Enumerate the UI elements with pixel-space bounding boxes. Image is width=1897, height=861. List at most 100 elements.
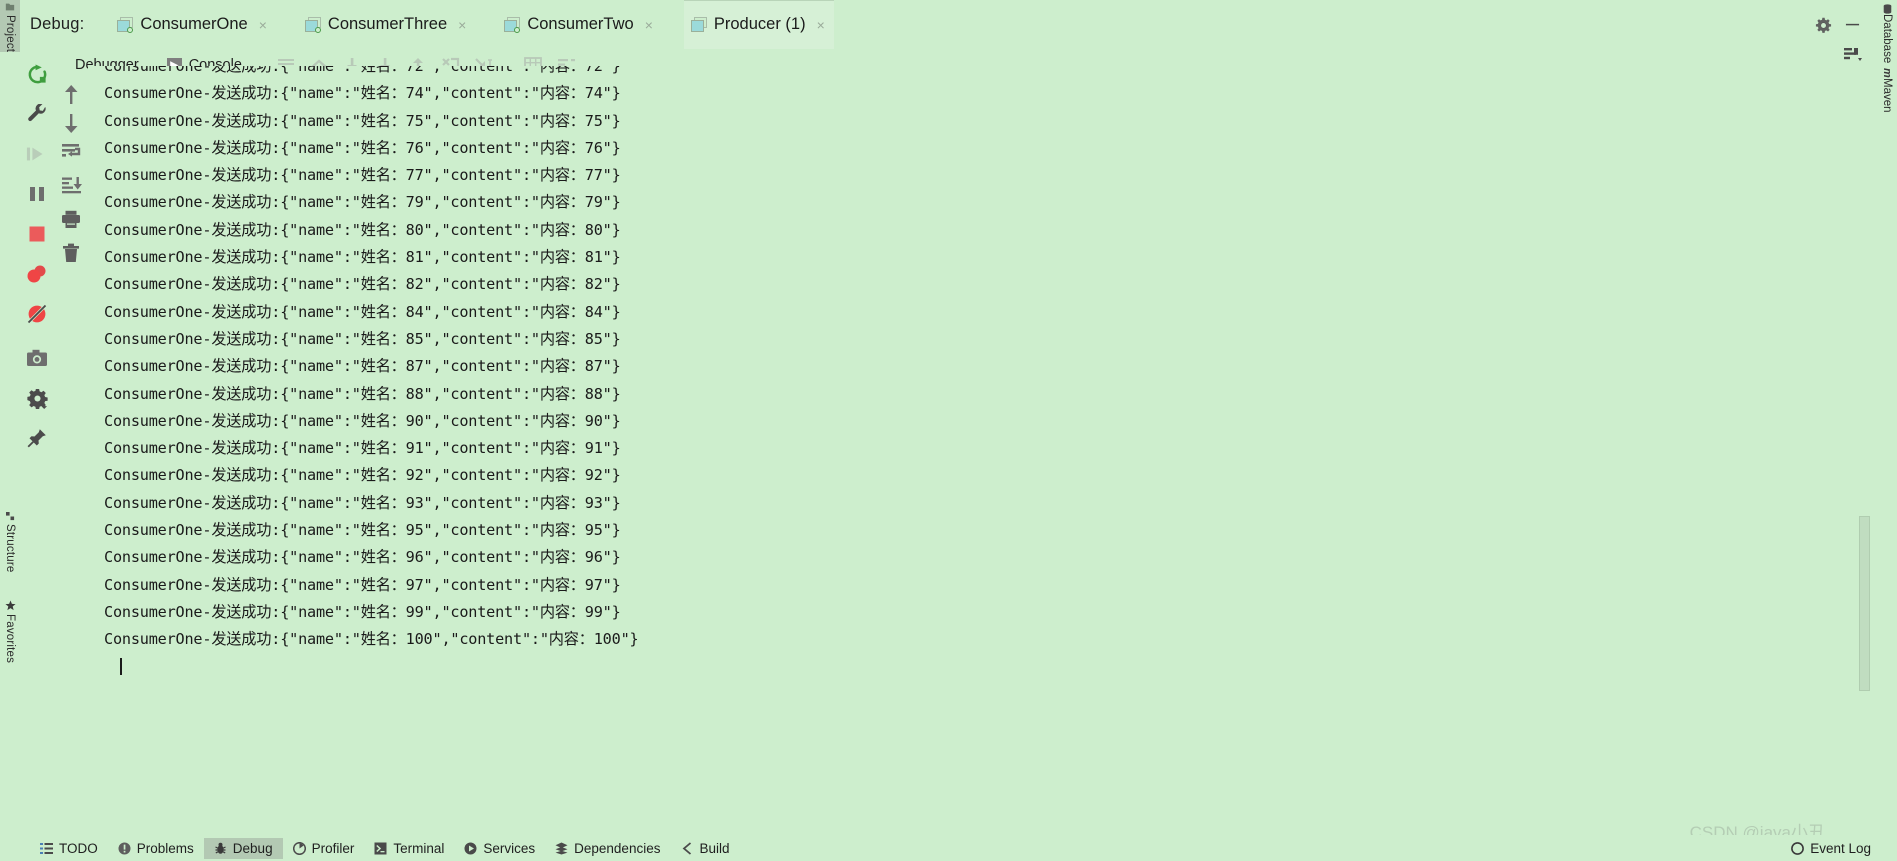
minimize-icon[interactable] [1845, 17, 1860, 37]
clear-all-icon[interactable] [54, 236, 88, 270]
status-item-dependencies[interactable]: Dependencies [545, 838, 670, 859]
console-line: ConsumerOne-发送成功:{"name":"姓名：74","conten… [104, 84, 621, 103]
view-breakpoints-icon[interactable] [20, 257, 54, 291]
app-icon [504, 16, 521, 33]
todo-icon [40, 842, 53, 855]
status-item-label: Terminal [393, 840, 445, 856]
close-icon[interactable]: × [817, 18, 825, 32]
right-tool-rail: Database m Maven [1877, 0, 1897, 861]
left-tool-rail: Project Structure Favorites [0, 0, 20, 861]
sidebar-item-maven[interactable]: m Maven [1877, 66, 1897, 128]
toolwindow-header-controls [1765, 0, 1875, 70]
debug-tab-consumerthree[interactable]: ConsumerThree × [298, 0, 475, 49]
sidebar-item-favorites[interactable]: Favorites [0, 598, 20, 680]
status-item-todo[interactable]: TODO [30, 838, 108, 859]
stop-icon[interactable] [20, 217, 54, 251]
debug-tab-consumertwo[interactable]: ConsumerTwo × [497, 0, 662, 49]
sidebar-item-project[interactable]: Project [0, 0, 20, 52]
scroll-to-end-icon[interactable] [54, 168, 88, 202]
status-item-label: Build [699, 840, 730, 856]
console-line: ConsumerOne-发送成功:{"name":"姓名：80","conten… [104, 220, 621, 239]
console-line: ConsumerOne-发送成功:{"name":"姓名：82","conten… [104, 275, 621, 294]
sidebar-item-label: Maven [1881, 77, 1893, 113]
debug-tabbar: Debug: ConsumerOne × ConsumerThree × Con… [20, 0, 1767, 49]
console-line: ConsumerOne-发送成功:{"name":"姓名：92","conten… [104, 466, 621, 485]
status-item-label: Debug [232, 840, 273, 856]
debug-bug-icon [214, 842, 227, 855]
status-item-label: Services [483, 840, 536, 856]
maven-icon: m [1881, 68, 1893, 78]
sidebar-item-structure[interactable]: Structure [0, 510, 20, 588]
rerun-icon[interactable] [20, 57, 54, 91]
console-vertical-scrollbar[interactable] [1859, 516, 1870, 691]
screenshot-icon[interactable] [20, 341, 54, 375]
structure-icon [4, 512, 16, 521]
status-item-label: Dependencies [574, 840, 661, 856]
mute-breakpoints-icon[interactable] [20, 297, 54, 331]
sidebar-item-label: Favorites [4, 614, 16, 664]
status-item-label: TODO [59, 840, 98, 856]
event-log-label: Event Log [1810, 840, 1871, 856]
build-icon [680, 841, 693, 855]
status-bar: TODO Problems Debug Profiler Terminal Se… [20, 835, 1897, 861]
problems-icon [118, 842, 131, 855]
event-log-button[interactable]: Event Log [1791, 835, 1875, 861]
settings-icon[interactable] [20, 381, 54, 415]
app-icon [304, 16, 321, 33]
status-item-profiler[interactable]: Profiler [283, 838, 365, 859]
services-icon [464, 842, 477, 855]
dependencies-icon [555, 842, 568, 855]
wrench-settings-icon[interactable] [20, 97, 54, 131]
folder-icon [4, 2, 16, 12]
console-caret-line [88, 654, 1767, 681]
status-item-debug[interactable]: Debug [203, 837, 283, 859]
console-line: ConsumerOne-发送成功:{"name":"姓名：91","conten… [104, 439, 621, 458]
sidebar-item-label: Structure [4, 524, 16, 573]
console-line: ConsumerOne-发送成功:{"name":"姓名：88","conten… [104, 384, 621, 403]
close-icon[interactable]: × [259, 18, 267, 32]
resume-program-icon[interactable] [20, 137, 54, 171]
status-item-terminal[interactable]: Terminal [364, 838, 454, 859]
close-icon[interactable]: × [458, 18, 466, 32]
console-line: ConsumerOne-发送成功:{"name":"姓名：99","conten… [104, 602, 621, 621]
settings-gear-icon[interactable] [1815, 17, 1832, 39]
status-item-services[interactable]: Services [454, 838, 545, 859]
console-line: ConsumerOne-发送成功:{"name":"姓名：75","conten… [104, 111, 621, 130]
console-line: ConsumerOne-发送成功:{"name":"姓名：79","conten… [104, 193, 621, 212]
debug-run-controls [20, 49, 54, 839]
console-line: ConsumerOne-发送成功:{"name":"姓名：72","conten… [104, 66, 621, 75]
print-icon[interactable] [54, 202, 88, 236]
database-icon [1881, 4, 1893, 14]
pause-program-icon[interactable] [20, 177, 54, 211]
console-line: ConsumerOne-发送成功:{"name":"姓名：100","conte… [104, 630, 639, 649]
console-line: ConsumerOne-发送成功:{"name":"姓名：97","conten… [104, 575, 621, 594]
status-item-problems[interactable]: Problems [108, 838, 204, 859]
debug-tab-consumerone[interactable]: ConsumerOne × [110, 0, 276, 49]
layout-settings-icon[interactable] [1843, 47, 1863, 67]
close-icon[interactable]: × [645, 18, 653, 32]
pin-icon[interactable] [20, 421, 54, 455]
app-icon [117, 16, 134, 33]
console-line: ConsumerOne-发送成功:{"name":"姓名：95","conten… [104, 521, 621, 540]
console-line: ConsumerOne-发送成功:{"name":"姓名：96","conten… [104, 548, 621, 567]
sidebar-item-database[interactable]: Database [1877, 2, 1897, 68]
status-item-build[interactable]: Build [670, 838, 739, 859]
console-line: ConsumerOne-发送成功:{"name":"姓名：77","conten… [104, 166, 621, 185]
event-log-icon [1791, 841, 1805, 855]
console-line: ConsumerOne-发送成功:{"name":"姓名：84","conten… [104, 302, 621, 321]
debug-tab-label: ConsumerOne [140, 15, 248, 33]
soft-wrap-lines-icon[interactable] [54, 134, 88, 168]
text-caret [120, 657, 122, 675]
debug-tab-label: ConsumerThree [327, 15, 448, 33]
debug-toolwindow-title: Debug: [30, 15, 85, 33]
debug-tab-producer[interactable]: Producer (1) × [683, 0, 834, 49]
debug-tab-label: Producer (1) [713, 15, 806, 33]
console-line: ConsumerOne-发送成功:{"name":"姓名：87","conten… [104, 357, 621, 376]
star-icon [4, 600, 16, 611]
sidebar-item-label: Database [1881, 14, 1893, 64]
status-item-label: Problems [136, 840, 194, 856]
console-output[interactable]: ConsumerOne-发送成功:{"name":"姓名：72","conten… [88, 66, 1767, 831]
app-icon [690, 16, 707, 33]
sidebar-item-label: Project [4, 15, 16, 53]
console-line-list: ConsumerOne-发送成功:{"name":"姓名：74","conten… [88, 80, 1767, 653]
